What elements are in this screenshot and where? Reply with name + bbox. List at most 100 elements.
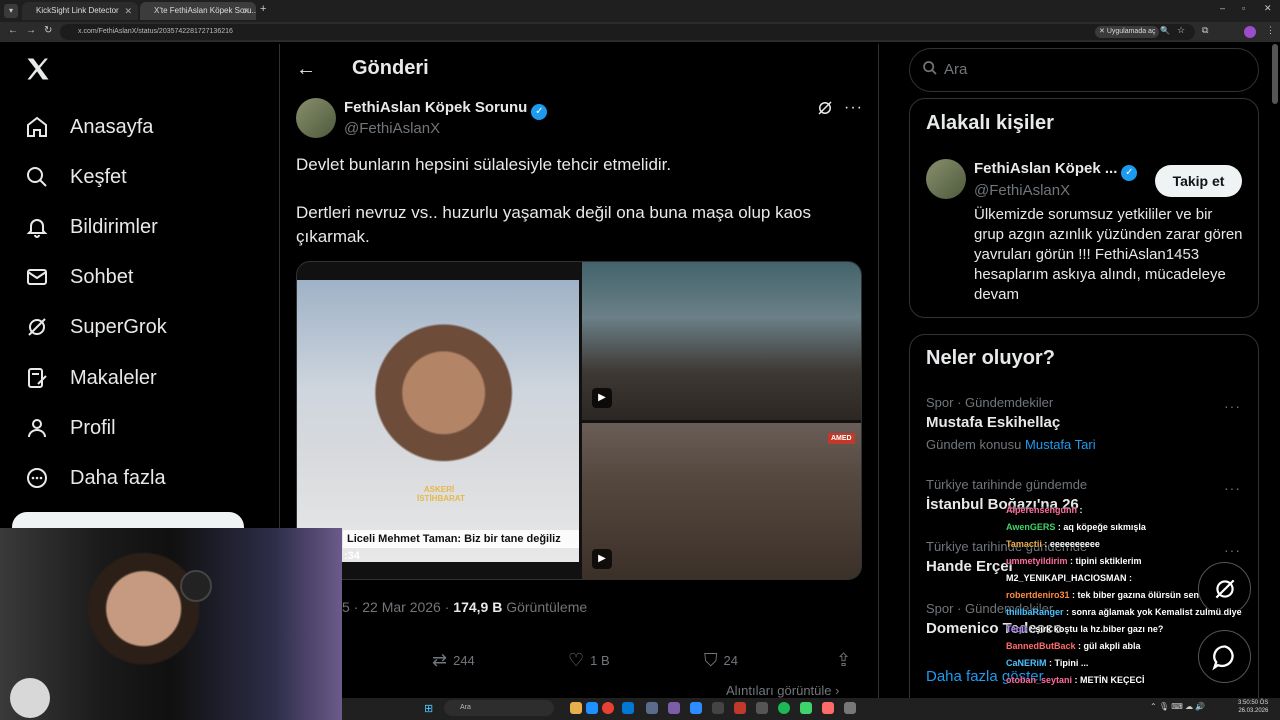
search-input[interactable]: Ara: [909, 48, 1259, 92]
author-name[interactable]: FethiAslan Köpek Sorunu: [344, 99, 527, 116]
app-icon[interactable]: [646, 702, 658, 714]
app-icon[interactable]: [712, 702, 724, 714]
view-label: Görüntüleme: [502, 599, 588, 615]
sidebar-item-articles[interactable]: Makaleler: [24, 361, 157, 395]
article-icon: [24, 365, 50, 391]
sidebar-item-more[interactable]: Daha fazla: [24, 461, 166, 495]
trend-more-icon[interactable]: ···: [1224, 480, 1241, 496]
post-media-grid[interactable]: ASKERİ İSTİHBARAT Liceli Mehmet Taman: B…: [296, 261, 862, 580]
video-thumbnail-3[interactable]: AMED ▶: [582, 423, 861, 579]
like-button[interactable]: ♡ 1 B: [568, 650, 610, 671]
play-icon[interactable]: ▶: [592, 388, 612, 408]
x-logo-icon[interactable]: [24, 55, 52, 88]
chat-text: Tipini ...: [1054, 658, 1089, 668]
mail-icon: [24, 264, 50, 290]
trend-item[interactable]: Spor · Gündemdekiler Mustafa Eskihellaç …: [926, 395, 1246, 452]
view-quotes-link[interactable]: Alıntıları görüntüle ›: [726, 683, 839, 698]
more-icon: [24, 465, 50, 491]
start-icon[interactable]: ⊞: [424, 702, 433, 715]
page-scrollbar[interactable]: [1272, 44, 1278, 104]
repost-count: 244: [453, 653, 475, 668]
store-icon[interactable]: [622, 702, 634, 714]
author-handle[interactable]: @FethiAslanX: [344, 120, 440, 137]
author-name-row[interactable]: FethiAslan Köpek Sorunu ✓: [344, 99, 548, 120]
app-icon[interactable]: [756, 702, 768, 714]
app-icon[interactable]: [734, 702, 746, 714]
share-icon: ⇪: [836, 650, 852, 670]
heart-icon: ♡: [568, 650, 585, 670]
back-icon[interactable]: ←: [8, 25, 18, 36]
chat-username: Teqir: [1006, 624, 1028, 634]
reload-icon[interactable]: ↻: [44, 25, 52, 36]
chrome-icon[interactable]: [602, 702, 614, 714]
sidebar-item-label: Profil: [70, 416, 116, 439]
sidebar-item-home[interactable]: Anasayfa: [24, 110, 153, 144]
search-icon: [922, 60, 938, 81]
tab-label: KickSight Link Detector: [36, 6, 119, 15]
play-icon[interactable]: ▶: [592, 549, 612, 569]
profile-avatar[interactable]: [1244, 26, 1256, 38]
trend-more-icon[interactable]: ···: [1224, 398, 1241, 414]
taskbar-search[interactable]: Ara: [444, 700, 554, 716]
more-options-icon[interactable]: ···: [844, 99, 863, 117]
edge-icon[interactable]: [586, 702, 598, 714]
tab-kicksight[interactable]: KickSight Link Detector ✕: [22, 2, 138, 20]
chat-message: thillbaRanger : sonra ağlamak yok Kemali…: [1006, 607, 1242, 617]
close-window-icon[interactable]: ✕: [1264, 3, 1272, 14]
new-tab-icon[interactable]: +: [260, 3, 266, 15]
tab-search-icon[interactable]: ▾: [4, 4, 18, 18]
related-name-row[interactable]: FethiAslan Köpek ... ✓: [974, 160, 1138, 181]
sidebar-item-explore[interactable]: Keşfet: [24, 160, 127, 194]
view-count: 174,9 B: [453, 599, 503, 615]
stream-chat-overlay: Alperensengunn : AwenGERS : aq köpeğe sı…: [1006, 502, 1266, 689]
related-handle[interactable]: @FethiAslanX: [974, 182, 1070, 199]
app-icon[interactable]: [800, 702, 812, 714]
trends-title: Neler oluyor?: [926, 347, 1055, 369]
extensions-icon[interactable]: ⧉: [1202, 25, 1208, 36]
related-people-title: Alakalı kişiler: [926, 112, 1054, 134]
app-icon[interactable]: [844, 702, 856, 714]
sidebar-item-supergrok[interactable]: SuperGrok: [24, 310, 167, 344]
page-title: Gönderi: [352, 57, 429, 79]
tab-x-post[interactable]: X'te FethiAslan Köpek Soru... ✕: [140, 2, 256, 20]
system-tray[interactable]: ⌃ 🎙 ⌨ ☁ 🔊: [1150, 702, 1205, 711]
maximize-icon[interactable]: ▫: [1242, 3, 1245, 13]
chat-username: M2_YENIKAPI_HACIOSMAN: [1006, 573, 1127, 583]
file-explorer-icon[interactable]: [570, 702, 582, 714]
repost-button[interactable]: ⇄ 244: [432, 650, 475, 671]
zoom-icon[interactable]: 🔍: [1160, 26, 1170, 35]
related-avatar[interactable]: [926, 159, 966, 199]
bookmark-button[interactable]: ⛉ 24: [704, 650, 738, 671]
grok-explain-icon[interactable]: [816, 99, 834, 122]
trend-context: Spor · Gündemdekiler: [926, 395, 1054, 410]
author-avatar[interactable]: [296, 98, 336, 138]
video-thumbnail-2[interactable]: ▶: [582, 262, 861, 420]
related-name[interactable]: FethiAslan Köpek ...: [974, 160, 1117, 177]
chat-message: Tamactii : eeeeeeeeee: [1006, 539, 1100, 549]
chat-username: otoban_seytani: [1006, 675, 1073, 685]
app-icon[interactable]: [822, 702, 834, 714]
forward-icon[interactable]: →: [26, 25, 36, 36]
sidebar-item-notifications[interactable]: Bildirimler: [24, 210, 158, 244]
taskbar-clock[interactable]: 3:50:50 ÖS 26.03.2026: [1238, 699, 1268, 715]
sidebar-item-profile[interactable]: Profil: [24, 411, 116, 445]
close-tab-icon[interactable]: ✕: [242, 2, 250, 20]
minimize-icon[interactable]: –: [1220, 3, 1225, 13]
spotify-icon[interactable]: [778, 702, 790, 714]
sidebar-item-chat[interactable]: Sohbet: [24, 260, 133, 294]
video-thumbnail-1[interactable]: ASKERİ İSTİHBARAT Liceli Mehmet Taman: B…: [297, 280, 579, 562]
chat-text: METİN KEÇECİ: [1080, 675, 1145, 685]
trend-link[interactable]: Mustafa Tari: [1025, 437, 1096, 452]
share-button[interactable]: ⇪: [836, 650, 857, 671]
discord-icon[interactable]: [668, 702, 680, 714]
browser-menu-icon[interactable]: ⋮: [1266, 25, 1275, 36]
app-icon[interactable]: [690, 702, 702, 714]
bookmark-star-icon[interactable]: ☆: [1177, 25, 1185, 36]
back-arrow-icon[interactable]: ←: [296, 58, 316, 81]
close-tab-icon[interactable]: ✕: [124, 2, 132, 20]
follow-button[interactable]: Takip et: [1155, 165, 1242, 197]
sidebar-item-label: Makaleler: [70, 366, 157, 389]
post-date[interactable]: 5 · 22 Mar 2026 ·: [342, 599, 453, 615]
open-in-app-button[interactable]: ✕ Uygulamada aç: [1095, 26, 1160, 38]
address-bar[interactable]: x.com/FethiAslanX/status/203574228172713…: [60, 24, 1195, 40]
